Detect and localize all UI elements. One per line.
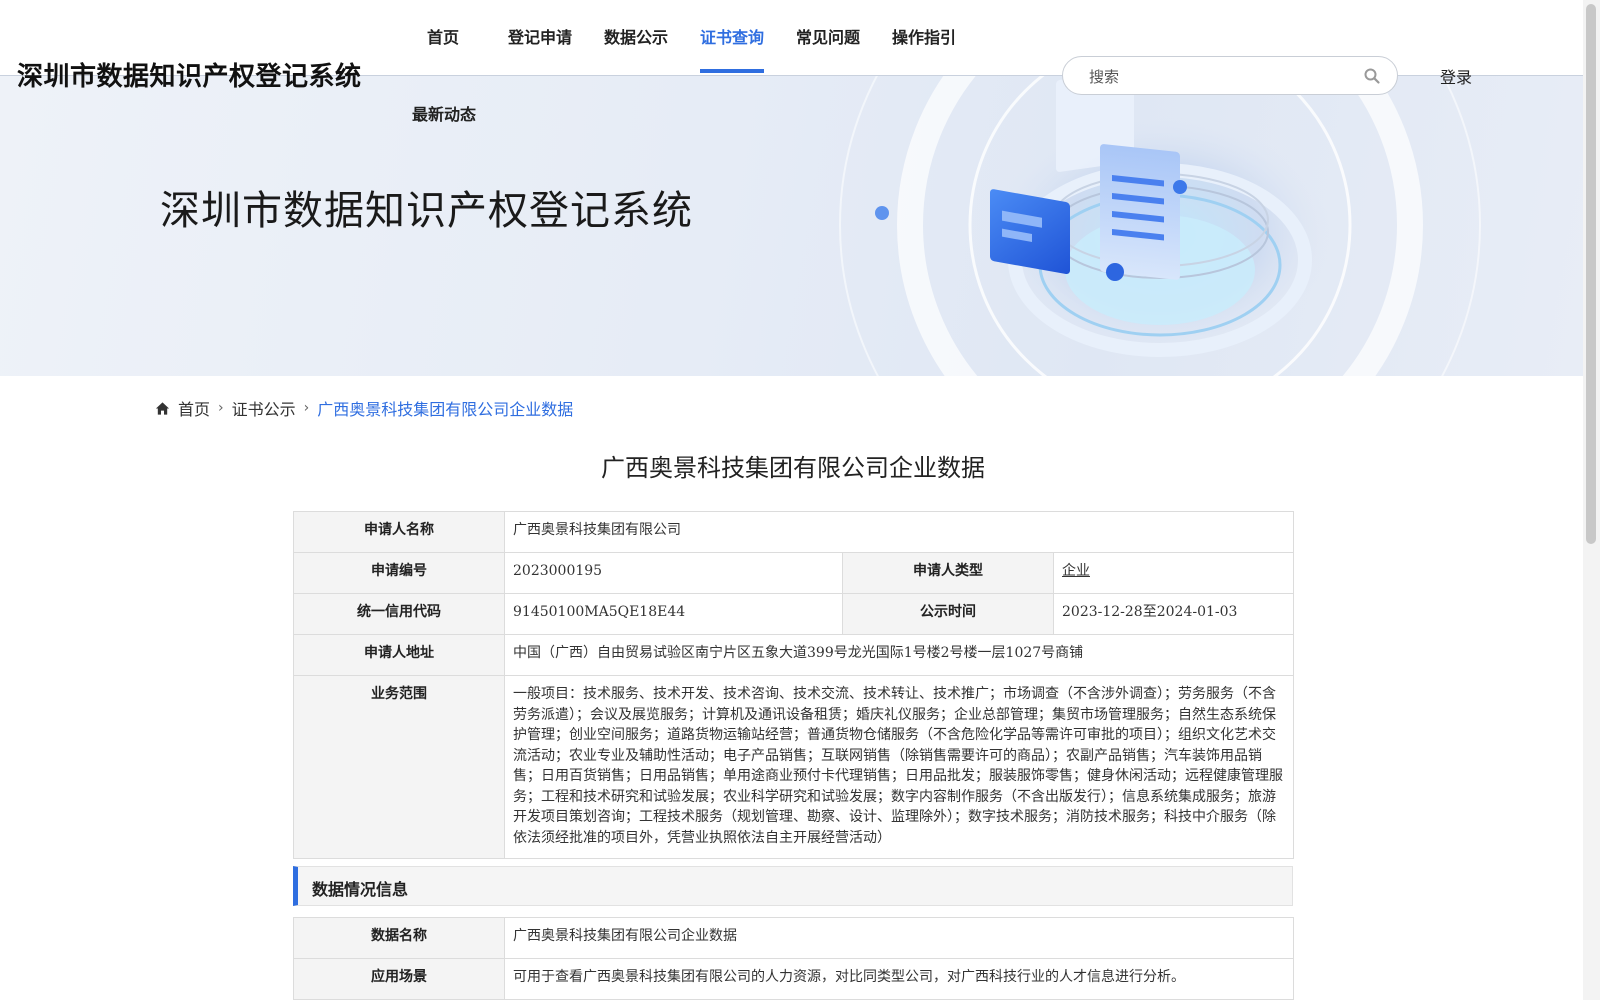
search-box (1062, 56, 1398, 96)
nav-operation-guide[interactable]: 操作指引 (892, 24, 956, 74)
data-name-value: 广西奥景科技集团有限公司企业数据 (504, 917, 1294, 959)
business-scope-value: 一般项目：技术服务、技术开发、技术咨询、技术交流、技术转让、技术推广；市场调查（… (503, 675, 1295, 859)
banner-illustration (839, 60, 1481, 376)
application-number-label: 申请编号 (293, 552, 505, 594)
credit-code-label: 统一信用代码 (293, 593, 505, 635)
breadcrumb-certificate-publicity[interactable]: 证书公示 (232, 396, 296, 420)
home-icon (155, 401, 170, 415)
banner-title: 深圳市数据知识产权登记系统 (160, 188, 693, 234)
hero-banner: 深圳市数据知识产权登记系统 首页 登记申请 数据公示 证书查询 常见问题 操作指… (0, 0, 1583, 376)
applicant-address-label: 申请人地址 (293, 634, 505, 676)
nav-latest-news[interactable]: 最新动态 (412, 101, 476, 151)
nav-registration-apply[interactable]: 登记申请 (508, 24, 572, 74)
breadcrumb-home[interactable]: 首页 (178, 396, 210, 420)
table-row: 申请人名称 广西奥景科技集团有限公司 (293, 511, 1295, 553)
breadcrumb-current[interactable]: 广西奥景科技集团有限公司企业数据 (317, 396, 573, 420)
application-scene-label: 应用场景 (293, 958, 505, 1000)
table-row: 申请人地址 中国（广西）自由贸易试验区南宁片区五象大道399号龙光国际1号楼2号… (293, 634, 1295, 676)
publicity-time-value: 2023-12-28至2024-01-03 (1052, 593, 1295, 635)
chevron-right-icon: › (218, 400, 224, 416)
credit-code-value: 91450100MA5QE18E44 (504, 593, 843, 635)
application-scene-value: 可用于查看广西奥景科技集团有限公司的人力资源，对比同类型公司，对广西科技行业的人… (504, 958, 1294, 1000)
applicant-name-label: 申请人名称 (293, 511, 505, 553)
scrollbar-thumb[interactable] (1586, 4, 1596, 544)
page-title: 广西奥景科技集团有限公司企业数据 (601, 454, 985, 482)
applicant-name-value: 广西奥景科技集团有限公司 (503, 511, 1295, 553)
table-row: 申请编号 2023000195 申请人类型 企业 (293, 552, 1295, 594)
search-input[interactable] (1087, 57, 1361, 96)
search-icon[interactable] (1363, 67, 1381, 85)
table-row: 统一信用代码 91450100MA5QE18E44 公示时间 2023-12-2… (293, 593, 1295, 635)
applicant-type-link[interactable]: 企业 (1062, 563, 1090, 579)
applicant-address-value: 中国（广西）自由贸易试验区南宁片区五象大道399号龙光国际1号楼2号楼一层102… (503, 634, 1295, 676)
data-info-table: 数据名称 广西奥景科技集团有限公司企业数据 应用场景 可用于查看广西奥景科技集团… (293, 917, 1294, 1000)
applicant-type-label: 申请人类型 (842, 552, 1054, 594)
business-scope-label: 业务范围 (293, 675, 505, 859)
login-link[interactable]: 登录 (1440, 64, 1472, 88)
table-row: 业务范围 一般项目：技术服务、技术开发、技术咨询、技术交流、技术转让、技术推广；… (293, 675, 1295, 859)
chevron-right-icon: › (303, 400, 310, 416)
nav-data-publicity[interactable]: 数据公示 (604, 24, 668, 74)
application-number-value: 2023000195 (504, 552, 843, 594)
table-row: 应用场景 可用于查看广西奥景科技集团有限公司的人力资源，对比同类型公司，对广西科… (293, 958, 1294, 1000)
data-info-section-title: 数据情况信息 (293, 866, 1293, 906)
breadcrumb: 首页 › 证书公示 › 广西奥景科技集团有限公司企业数据 (155, 396, 573, 420)
applicant-info-table: 申请人名称 广西奥景科技集团有限公司 申请编号 2023000195 申请人类型… (293, 511, 1295, 859)
applicant-type-cell: 企业 (1052, 552, 1295, 594)
site-title[interactable]: 深圳市数据知识产权登记系统 (17, 56, 362, 93)
publicity-time-label: 公示时间 (842, 593, 1054, 635)
nav-faq[interactable]: 常见问题 (796, 24, 860, 74)
nav-certificate-query[interactable]: 证书查询 (700, 24, 765, 74)
nav-home[interactable]: 首页 (427, 24, 459, 74)
table-row: 数据名称 广西奥景科技集团有限公司企业数据 (293, 917, 1294, 959)
data-name-label: 数据名称 (293, 917, 505, 959)
